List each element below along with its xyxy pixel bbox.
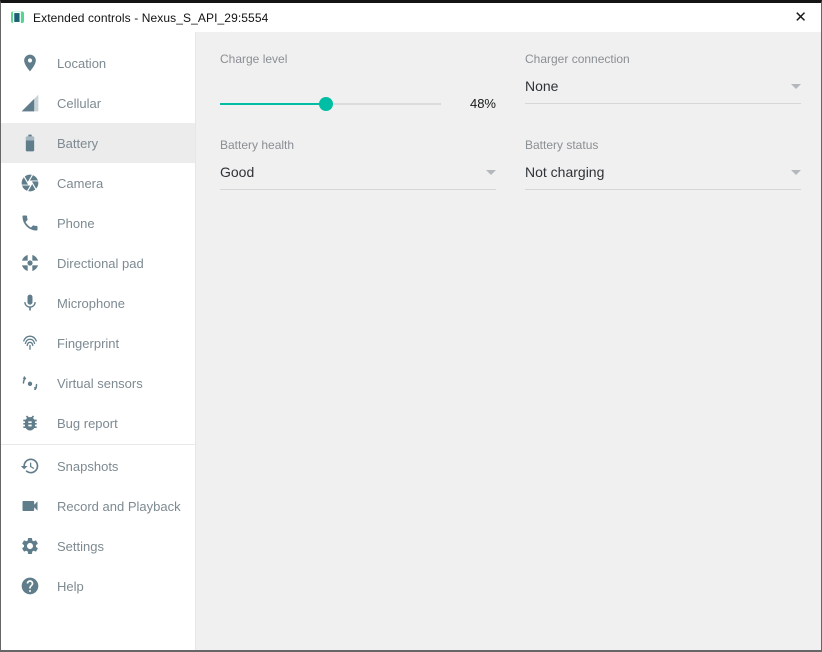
settings-icon xyxy=(20,536,40,556)
phone-icon xyxy=(20,213,40,233)
close-button[interactable]: ✕ xyxy=(792,8,809,27)
sidebar-item-record-and-playback[interactable]: Record and Playback xyxy=(1,486,195,526)
charge-level-slider[interactable] xyxy=(220,97,441,111)
record-icon xyxy=(20,496,40,516)
battery-health-dropdown[interactable]: Good xyxy=(220,164,496,190)
dpad-icon xyxy=(20,253,40,273)
sidebar-item-label: Settings xyxy=(57,539,104,554)
sidebar-item-label: Cellular xyxy=(57,96,101,111)
battery-status-field: Battery status Not charging xyxy=(525,138,801,190)
sidebar-item-help[interactable]: Help xyxy=(1,566,195,606)
sidebar-item-camera[interactable]: Camera xyxy=(1,163,195,203)
sidebar-item-snapshots[interactable]: Snapshots xyxy=(1,446,195,486)
battery-icon xyxy=(20,133,40,153)
sidebar-item-label: Battery xyxy=(57,136,98,151)
sidebar-item-label: Record and Playback xyxy=(57,499,181,514)
emulator-phone-icon xyxy=(10,10,25,25)
battery-status-value: Not charging xyxy=(525,164,604,180)
sidebar-item-label: Help xyxy=(57,579,84,594)
sidebar-item-microphone[interactable]: Microphone xyxy=(1,283,195,323)
sidebar-item-bug-report[interactable]: Bug report xyxy=(1,403,195,443)
battery-status-label: Battery status xyxy=(525,138,801,152)
help-icon xyxy=(20,576,40,596)
sidebar-item-label: Snapshots xyxy=(57,459,118,474)
microphone-icon xyxy=(20,293,40,313)
slider-thumb[interactable] xyxy=(319,97,333,111)
sidebar-item-virtual-sensors[interactable]: Virtual sensors xyxy=(1,363,195,403)
charge-level-value: 48% xyxy=(470,96,496,111)
sidebar-item-phone[interactable]: Phone xyxy=(1,203,195,243)
sidebar-item-label: Virtual sensors xyxy=(57,376,143,391)
battery-panel: Charge level 48% Charger connection None xyxy=(196,32,821,650)
sidebar-item-fingerprint[interactable]: Fingerprint xyxy=(1,323,195,363)
chevron-down-icon xyxy=(486,170,496,175)
location-icon xyxy=(20,53,40,73)
sidebar-item-label: Phone xyxy=(57,216,95,231)
sidebar-item-label: Camera xyxy=(57,176,103,191)
charger-connection-value: None xyxy=(525,78,558,94)
virtual-sensors-icon xyxy=(20,373,40,393)
sidebar-item-settings[interactable]: Settings xyxy=(1,526,195,566)
charger-connection-dropdown[interactable]: None xyxy=(525,78,801,104)
sidebar-item-cellular[interactable]: Cellular xyxy=(1,83,195,123)
fingerprint-icon xyxy=(20,333,40,353)
bug-report-icon xyxy=(20,413,40,433)
title-bar: Extended controls - Nexus_S_API_29:5554 … xyxy=(1,3,821,32)
sidebar-item-label: Fingerprint xyxy=(57,336,119,351)
sidebar-item-battery[interactable]: Battery xyxy=(1,123,195,163)
snapshots-icon xyxy=(20,456,40,476)
charge-level-field: Charge level 48% xyxy=(220,52,496,111)
charger-connection-label: Charger connection xyxy=(525,52,801,66)
sidebar-item-label: Directional pad xyxy=(57,256,144,271)
camera-icon xyxy=(20,173,40,193)
sidebar-item-label: Microphone xyxy=(57,296,125,311)
battery-status-dropdown[interactable]: Not charging xyxy=(525,164,801,190)
sidebar-item-label: Location xyxy=(57,56,106,71)
chevron-down-icon xyxy=(791,170,801,175)
charge-level-label: Charge level xyxy=(220,52,496,66)
battery-health-label: Battery health xyxy=(220,138,496,152)
window-title: Extended controls - Nexus_S_API_29:5554 xyxy=(33,11,268,25)
charger-connection-field: Charger connection None xyxy=(525,52,801,111)
sidebar-divider xyxy=(1,444,195,445)
sidebar-item-directional-pad[interactable]: Directional pad xyxy=(1,243,195,283)
sidebar-item-label: Bug report xyxy=(57,416,118,431)
slider-fill xyxy=(220,103,326,105)
cellular-icon xyxy=(20,93,40,113)
chevron-down-icon xyxy=(791,84,801,89)
extended-controls-window: Extended controls - Nexus_S_API_29:5554 … xyxy=(0,0,822,652)
sidebar: Location Cellular Battery Camera Phone D xyxy=(1,32,196,650)
sidebar-item-location[interactable]: Location xyxy=(1,43,195,83)
battery-health-field: Battery health Good xyxy=(220,138,496,190)
battery-health-value: Good xyxy=(220,164,254,180)
